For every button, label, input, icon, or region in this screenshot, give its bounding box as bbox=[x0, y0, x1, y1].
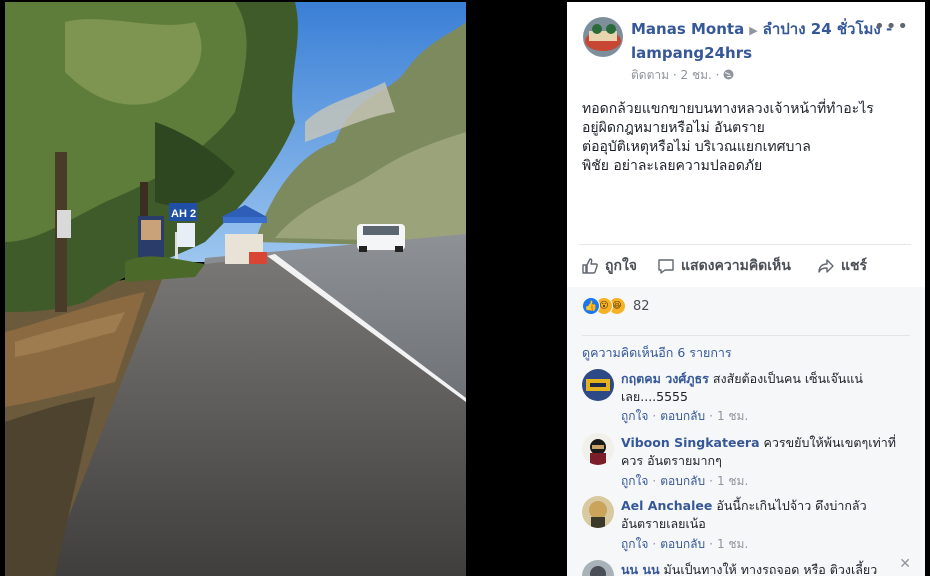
comment-reply-link[interactable]: ตอบกลับ bbox=[660, 474, 705, 488]
post-text: ทอดกล้วยแขกขายบนทางหลวงเจ้าหน้าที่ทำอะไร… bbox=[582, 100, 914, 176]
author-name[interactable]: Manas Monta bbox=[631, 20, 744, 38]
share-label: แชร์ bbox=[841, 258, 868, 274]
comment-time[interactable]: 1 ชม. bbox=[717, 537, 748, 551]
post-meta: ติดตาม · 2 ชม. · bbox=[631, 66, 734, 85]
comment-time[interactable]: 1 ชม. bbox=[717, 409, 748, 423]
reaction-count: 82 bbox=[633, 298, 650, 314]
follow-link[interactable]: ติดตาม bbox=[631, 68, 669, 82]
comment-icon bbox=[658, 259, 674, 274]
comment-button[interactable]: แสดงความคิดเห็น bbox=[657, 255, 791, 277]
comment-body: Ael Anchalee อันนี้กะเกินไปจ้าว ดึงบ่ากลั… bbox=[621, 497, 911, 533]
post-text-line: ต่ออุบัติเหตุหรือไม่ บริเวณแยกเทศบาล bbox=[582, 139, 811, 155]
comment-author[interactable]: Viboon Singkateera bbox=[621, 435, 760, 450]
caret-right-icon: ▶ bbox=[749, 24, 758, 37]
comment-body: นน นน มันเป็นทางให้ ทางรถจอด หรือ ติวงเลี… bbox=[621, 561, 911, 576]
post-panel: Manas Monta ▶ ลำปาง 24 ชั่วโมง - lampang24… bbox=[567, 2, 925, 576]
comment-actions: ถูกใจ · ตอบกลับ · 1 ชม. bbox=[621, 407, 748, 426]
photo-viewer: AH 2 bbox=[0, 0, 566, 576]
post-title: Manas Monta ▶ ลำปาง 24 ชั่วโมง - lampang24… bbox=[631, 18, 893, 64]
separator: · bbox=[709, 474, 713, 488]
comment-reply-link[interactable]: ตอบกลับ bbox=[660, 409, 705, 423]
share-button[interactable]: แชร์ bbox=[817, 255, 867, 277]
comment-label: แสดงความคิดเห็น bbox=[681, 258, 791, 274]
like-button[interactable]: ถูกใจ bbox=[581, 255, 637, 277]
separator: · bbox=[652, 537, 657, 551]
comment-like-link[interactable]: ถูกใจ bbox=[621, 474, 648, 488]
comment-author[interactable]: Ael Anchalee bbox=[621, 498, 712, 513]
separator: · bbox=[709, 409, 713, 423]
comment-reply-link[interactable]: ตอบกลับ bbox=[660, 537, 705, 551]
view-more-comments-link[interactable]: ดูความคิดเห็นอีก 6 รายการ bbox=[582, 335, 910, 363]
post-text-line: ทอดกล้วยแขกขายบนทางหลวงเจ้าหน้าที่ทำอะไร bbox=[582, 101, 874, 117]
separator: · bbox=[652, 474, 657, 488]
more-options-icon[interactable]: ••• bbox=[874, 18, 909, 36]
like-reaction-icon: 👍 bbox=[582, 297, 600, 315]
comment-like-link[interactable]: ถูกใจ bbox=[621, 409, 648, 423]
comment-text: มันเป็นทางให้ ทางรถจอด หรือ ติวงเลี้ยว bbox=[663, 562, 878, 576]
comment-body: กฤตคม วงศ์ภูธร สงสัยต้องเป็นคน เซ็นเจ๊นแน… bbox=[621, 370, 911, 406]
comment-actions: ถูกใจ · ตอบกลับ · 1 ชม. bbox=[621, 535, 748, 554]
post-photo[interactable]: AH 2 bbox=[5, 2, 466, 576]
post-time[interactable]: 2 ชม. bbox=[681, 68, 712, 82]
commenter-avatar[interactable] bbox=[582, 369, 614, 401]
post-header: Manas Monta ▶ ลำปาง 24 ชั่วโมง - lampang24… bbox=[567, 2, 925, 92]
comment-actions: ถูกใจ · ตอบกลับ · 1 ชม. bbox=[621, 472, 748, 491]
comments-section: 👍 😮 😆 82 ดูความคิดเห็นอีก 6 รายการ กฤตคม… bbox=[567, 287, 925, 576]
globe-icon[interactable] bbox=[723, 68, 734, 82]
comment-body: Viboon Singkateera ควรขยับให้พ้นเขตๆเท่าท… bbox=[621, 434, 911, 470]
commenter-avatar[interactable] bbox=[582, 560, 614, 576]
post-text-line: อยู่ผิดกฎหมายหรือไม่ อันตราย bbox=[582, 120, 765, 136]
commenter-avatar[interactable] bbox=[582, 433, 614, 465]
comment-time[interactable]: 1 ชม. bbox=[717, 474, 748, 488]
comment-author[interactable]: กฤตคม วงศ์ภูธร bbox=[621, 371, 709, 386]
author-avatar[interactable] bbox=[583, 17, 623, 57]
share-icon bbox=[818, 259, 834, 273]
reactions-summary[interactable]: 👍 😮 😆 82 bbox=[582, 297, 650, 315]
commenter-avatar[interactable] bbox=[582, 496, 614, 528]
separator: · bbox=[709, 537, 713, 551]
meta-separator: · bbox=[672, 68, 681, 82]
post-action-bar: ถูกใจ แสดงความคิดเห็น แชร์ bbox=[579, 244, 911, 286]
comment-author[interactable]: นน นน bbox=[621, 562, 660, 576]
road-sign-text: AH 2 bbox=[171, 208, 196, 220]
close-icon[interactable]: ✕ bbox=[899, 556, 911, 572]
separator: · bbox=[652, 409, 657, 423]
like-label: ถูกใจ bbox=[605, 258, 637, 274]
post-text-line: พิชัย อย่าละเลยความปลอดภัย bbox=[582, 158, 763, 174]
thumbs-up-icon bbox=[582, 258, 598, 274]
comment-like-link[interactable]: ถูกใจ bbox=[621, 537, 648, 551]
